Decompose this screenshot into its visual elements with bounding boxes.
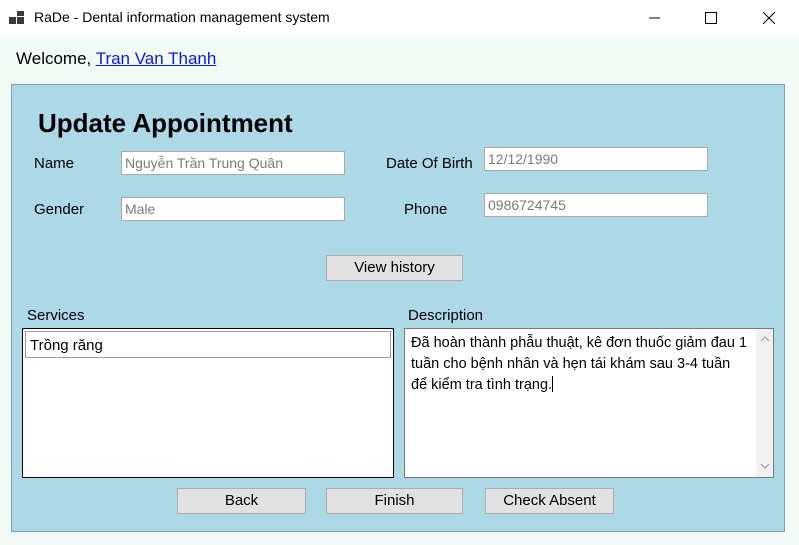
phone-label: Phone	[404, 201, 448, 218]
welcome-row: Welcome, Tran Van Thanh	[16, 49, 216, 69]
services-list[interactable]: Trồng răng	[22, 328, 394, 478]
name-label: Name	[34, 155, 75, 172]
gender-label: Gender	[34, 201, 85, 218]
name-field[interactable]: Nguyễn Trần Trung Quân	[121, 151, 345, 175]
maximize-icon	[705, 12, 717, 24]
finish-button[interactable]: Finish	[326, 488, 463, 514]
phone-field[interactable]: 0986724745	[484, 193, 708, 217]
window-title: RaDe - Dental information management sys…	[34, 9, 330, 25]
text-caret	[552, 376, 554, 392]
user-name-link[interactable]: Tran Van Thanh	[96, 49, 217, 68]
description-text: Đã hoàn thành phẫu thuật, kê đơn thuốc g…	[411, 335, 748, 393]
list-item[interactable]: Trồng răng	[25, 331, 391, 358]
welcome-prefix: Welcome,	[16, 49, 92, 68]
description-textarea[interactable]: Đã hoàn thành phẫu thuật, kê đơn thuốc g…	[404, 328, 774, 478]
description-scrollbar[interactable]	[756, 329, 773, 477]
gender-field[interactable]: Male	[121, 197, 345, 221]
scroll-down-icon	[760, 463, 770, 469]
back-button[interactable]: Back	[177, 488, 306, 514]
minimize-icon	[649, 17, 660, 19]
minimize-button[interactable]	[632, 0, 678, 36]
close-button[interactable]	[746, 0, 792, 36]
check-absent-button[interactable]: Check Absent	[485, 488, 614, 514]
close-icon	[763, 12, 775, 24]
view-history-button[interactable]: View history	[326, 255, 463, 281]
page-title: Update Appointment	[38, 108, 293, 138]
title-bar: RaDe - Dental information management sys…	[0, 0, 799, 36]
dob-field[interactable]: 12/12/1990	[484, 147, 708, 171]
scroll-up-icon	[760, 336, 770, 342]
dob-label: Date Of Birth	[386, 155, 473, 172]
maximize-button[interactable]	[688, 0, 734, 36]
services-label: Services	[27, 307, 85, 324]
description-label: Description	[408, 307, 484, 324]
app-grid-icon	[9, 11, 25, 25]
